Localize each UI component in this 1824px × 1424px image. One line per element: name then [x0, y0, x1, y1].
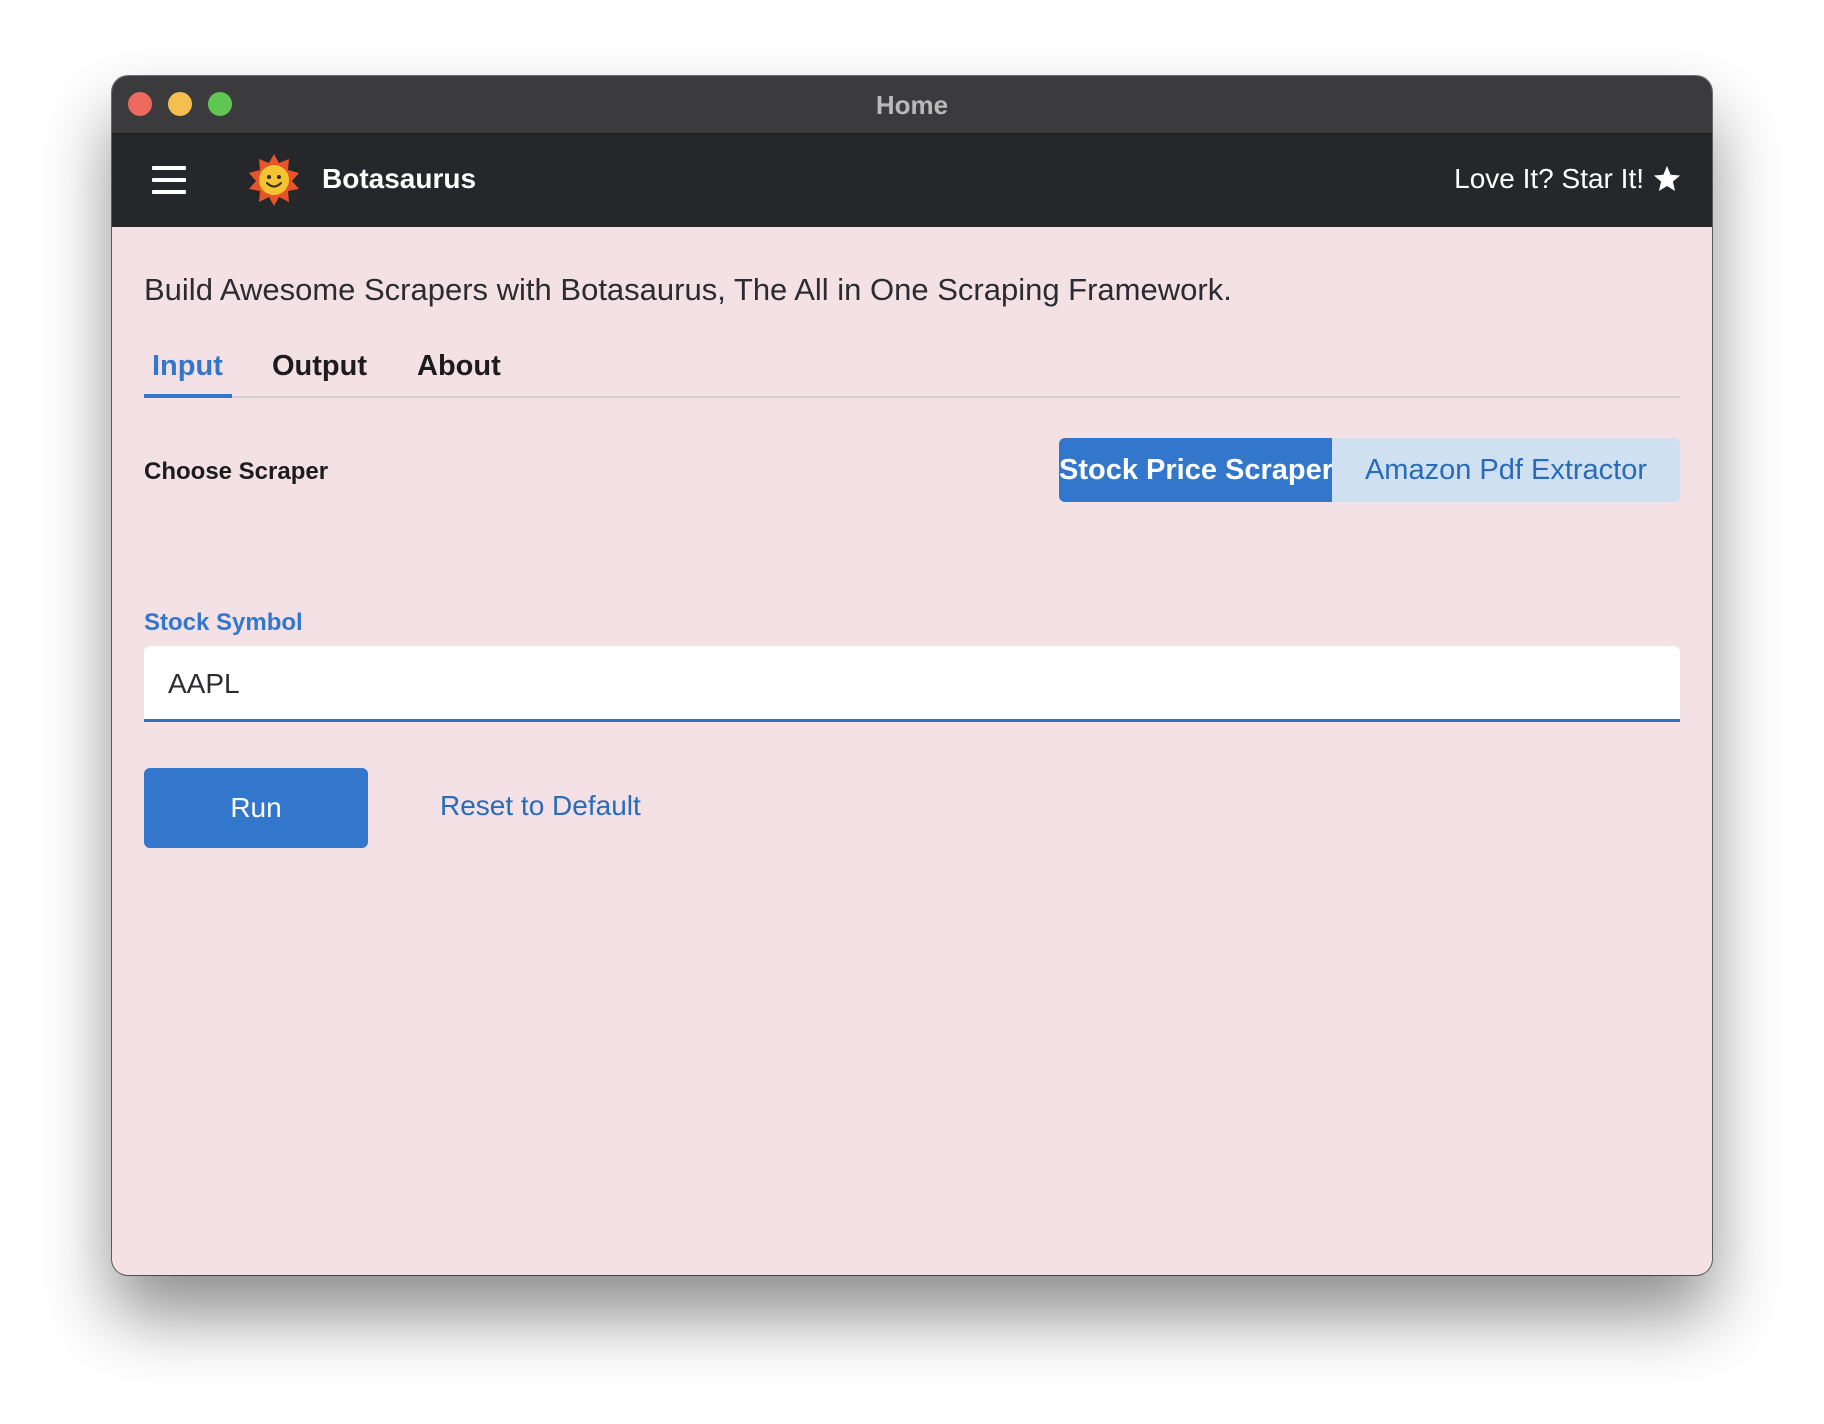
tab-output[interactable]: Output	[272, 350, 367, 383]
scraper-option-stock-price[interactable]: Stock Price Scraper	[1059, 438, 1333, 502]
tab-about[interactable]: About	[417, 350, 501, 383]
brand-name: Botasaurus	[322, 163, 477, 194]
tab-bar: Input Output About	[144, 337, 1680, 398]
hamburger-menu-icon[interactable]	[152, 166, 186, 194]
choose-scraper-label: Choose Scraper	[144, 458, 329, 485]
active-tab-indicator	[144, 394, 232, 398]
app-window: Home Botasaurus Love It? Star It! Build …	[112, 76, 1712, 1275]
stock-symbol-label: Stock Symbol	[144, 609, 303, 636]
window-titlebar: Home	[112, 76, 1712, 134]
stock-symbol-field	[144, 646, 1680, 722]
star-link-label: Love It? Star It!	[1454, 163, 1644, 194]
tab-input[interactable]: Input	[152, 350, 223, 383]
scraper-selector: Stock Price Scraper Amazon Pdf Extractor	[1059, 438, 1680, 502]
window-title: Home	[875, 90, 949, 120]
reset-to-default-link[interactable]: Reset to Default	[440, 790, 641, 822]
page-tagline: Build Awesome Scrapers with Botasaurus, …	[144, 272, 1232, 307]
star-on-github-link[interactable]: Love It? Star It!	[1454, 163, 1682, 195]
scraper-option-amazon-pdf[interactable]: Amazon Pdf Extractor	[1332, 438, 1680, 502]
sun-logo-icon	[249, 154, 299, 206]
run-button[interactable]: Run	[144, 768, 368, 848]
star-icon	[1653, 165, 1681, 191]
stock-symbol-input[interactable]	[166, 646, 1650, 721]
app-bar: Botasaurus Love It? Star It!	[112, 134, 1712, 227]
